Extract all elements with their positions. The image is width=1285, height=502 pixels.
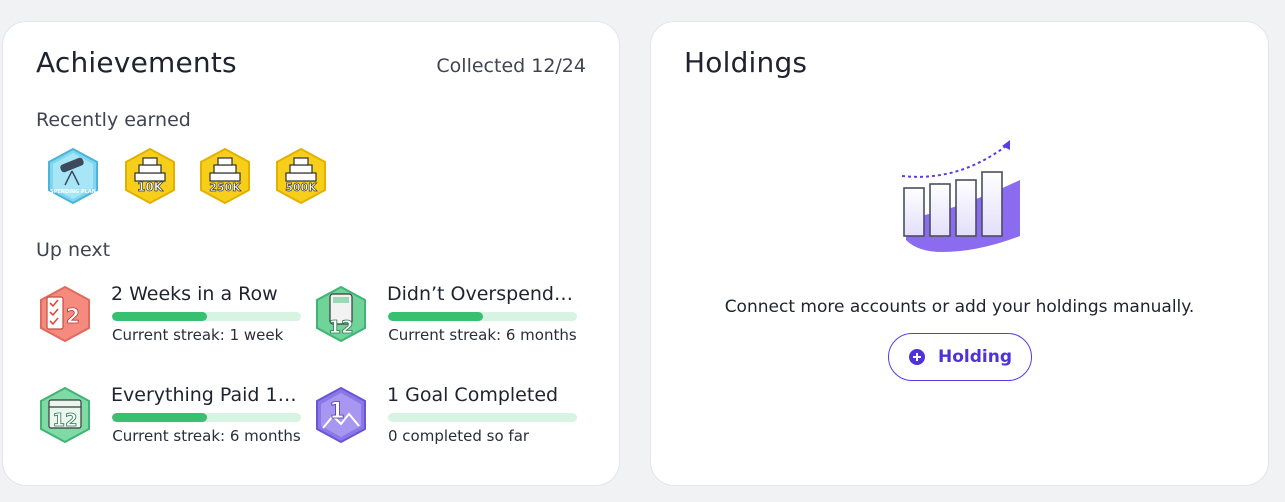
up-next-subtitle: Current streak: 6 months <box>112 427 301 445</box>
up-next-subtitle: Current streak: 1 week <box>112 326 284 344</box>
svg-text:12: 12 <box>328 317 353 338</box>
gold-bars-badge-icon[interactable]: 10K <box>122 147 178 205</box>
svg-text:10K: 10K <box>137 180 164 194</box>
calendar-badge-icon: 12 <box>37 386 93 444</box>
collected-count: Collected 12/24 <box>436 55 586 77</box>
up-next-title: Didn’t Overspend… <box>387 283 573 305</box>
achievements-card: Achievements Collected 12/24 Recently ea… <box>2 21 620 486</box>
holdings-title: Holdings <box>684 46 808 79</box>
holdings-description: Connect more accounts or add your holdin… <box>724 297 1195 317</box>
svg-text:12: 12 <box>52 410 77 431</box>
calculator-badge-icon: 12 <box>313 285 369 343</box>
add-holding-label: Holding <box>937 347 1012 367</box>
up-next-title: 1 Goal Completed <box>387 384 559 406</box>
svg-text:250K: 250K <box>209 181 241 194</box>
add-holding-button[interactable]: Holding <box>888 333 1032 381</box>
checklist-badge-icon: 2 <box>37 285 93 343</box>
progress-fill <box>112 413 207 422</box>
svg-text:SPENDING PLAN: SPENDING PLAN <box>50 189 96 195</box>
mountain-goal-badge-icon: 1 <box>313 386 369 444</box>
achievements-title: Achievements <box>36 46 237 79</box>
gold-bars-badge-icon[interactable]: 500K <box>273 147 329 205</box>
svg-text:2: 2 <box>66 304 80 328</box>
up-next-subtitle: Current streak: 6 months <box>388 326 577 344</box>
up-next-title: Everything Paid 1… <box>111 384 297 406</box>
up-next-title: 2 Weeks in a Row <box>111 283 278 305</box>
up-next-label: Up next <box>36 239 111 261</box>
up-next-item[interactable]: 1 1 Goal Completed 0 completed so far <box>313 384 583 474</box>
up-next-subtitle: 0 completed so far <box>388 427 530 445</box>
growth-chart-illustration-icon <box>898 136 1023 256</box>
plus-circle-icon <box>908 349 925 365</box>
gold-bars-badge-icon[interactable]: 250K <box>197 147 253 205</box>
progress-fill <box>112 312 207 321</box>
progress-bar <box>112 312 301 321</box>
progress-bar <box>112 413 301 422</box>
recently-earned-label: Recently earned <box>36 109 191 131</box>
progress-bar <box>388 413 577 422</box>
up-next-item[interactable]: 2 2 Weeks in a Row Current streak: 1 wee… <box>37 283 307 373</box>
holdings-card: Holdings Connect more accounts or add yo… <box>650 21 1269 486</box>
progress-bar <box>388 312 577 321</box>
svg-text:500K: 500K <box>285 181 317 194</box>
svg-text:1: 1 <box>329 399 344 424</box>
up-next-item[interactable]: 12 Didn’t Overspend… Current streak: 6 m… <box>313 283 583 373</box>
telescope-badge-icon[interactable]: SPENDING PLAN <box>45 147 101 205</box>
progress-fill <box>388 312 483 321</box>
up-next-item[interactable]: 12 Everything Paid 1… Current streak: 6 … <box>37 384 307 474</box>
